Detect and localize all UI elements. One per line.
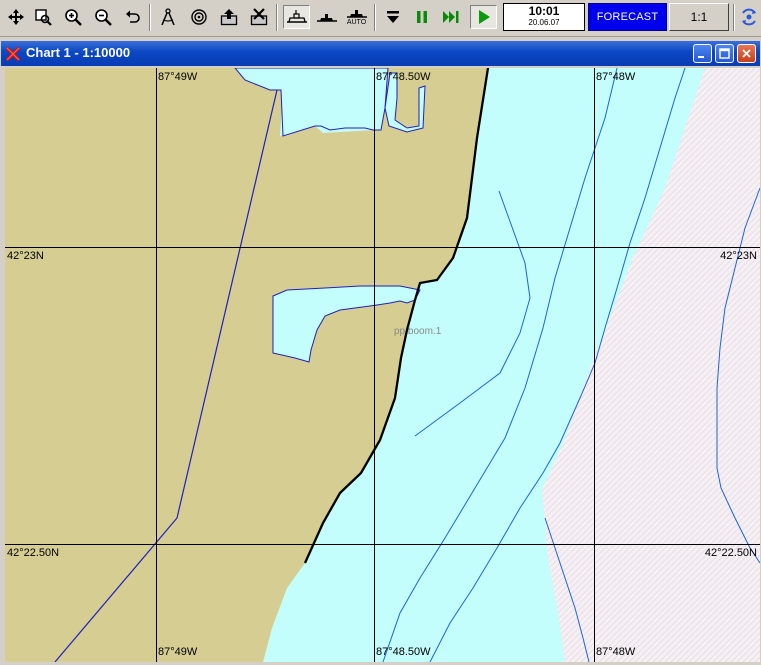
zoom-out-icon[interactable] bbox=[91, 5, 115, 29]
window-titlebar[interactable]: Chart 1 - 1:10000 bbox=[1, 41, 760, 66]
longitude-label-bottom: 87°49W bbox=[158, 646, 198, 658]
longitude-label-bottom: 87°48.50W bbox=[376, 646, 431, 658]
deep-water-area bbox=[542, 68, 760, 662]
fast-forward-icon[interactable] bbox=[440, 5, 464, 29]
scale-button[interactable]: 1:1 bbox=[669, 3, 729, 31]
compass-icon[interactable] bbox=[156, 5, 180, 29]
feature-label[interactable]: pp boom.1 bbox=[394, 326, 441, 337]
target-icon[interactable] bbox=[187, 5, 211, 29]
auto-label: AUTO bbox=[346, 18, 367, 26]
toolbar-separator bbox=[149, 4, 151, 31]
maximize-button[interactable] bbox=[715, 44, 734, 63]
pause-icon[interactable] bbox=[410, 5, 434, 29]
chart-canvas[interactable]: 87°49W 87°48.50W 87°48W 87°49W 87°48.50W… bbox=[5, 68, 760, 662]
longitude-label-top: 87°48W bbox=[596, 71, 636, 83]
longitude-label-top: 87°48.50W bbox=[376, 71, 431, 83]
toolbar-separator bbox=[733, 4, 735, 31]
forecast-button[interactable]: FORECAST bbox=[588, 3, 667, 31]
stop-icon[interactable] bbox=[381, 5, 405, 29]
toolbar: AUTO 10:01 20.06.07 FORECAST 1:1 bbox=[0, 0, 761, 37]
close-button[interactable] bbox=[737, 44, 756, 63]
longitude-label-bottom: 87°48W bbox=[596, 646, 636, 658]
latitude-label-right: 42°22.50N bbox=[704, 547, 757, 559]
settings-icon[interactable] bbox=[737, 5, 761, 29]
ship-icon[interactable] bbox=[283, 5, 310, 29]
latitude-label-left: 42°23N bbox=[7, 250, 44, 262]
toolbar-separator bbox=[276, 4, 278, 31]
zoom-window-icon[interactable] bbox=[31, 5, 55, 29]
zoom-in-icon[interactable] bbox=[61, 5, 85, 29]
toolbar-separator bbox=[374, 4, 376, 31]
chart-app-icon bbox=[5, 46, 21, 67]
clock-time: 10:01 bbox=[528, 4, 560, 18]
minimize-button[interactable] bbox=[693, 44, 712, 63]
clock-display: 10:01 20.06.07 bbox=[503, 3, 585, 31]
auto-ship-icon[interactable]: AUTO bbox=[343, 5, 370, 29]
longitude-label-top: 87°49W bbox=[158, 71, 198, 83]
latitude-label-right: 42°23N bbox=[720, 250, 757, 262]
clock-date: 20.06.07 bbox=[528, 18, 560, 27]
latitude-label-left: 42°22.50N bbox=[7, 547, 60, 559]
delete-icon[interactable] bbox=[247, 5, 271, 29]
chart-window: Chart 1 - 1:10000 87°49W 87°48.50W 87°48… bbox=[0, 40, 761, 665]
close-icon bbox=[742, 49, 751, 58]
window-title: Chart 1 - 1:10000 bbox=[26, 45, 131, 60]
play-icon[interactable] bbox=[470, 5, 497, 29]
pan-arrows-icon[interactable] bbox=[4, 5, 28, 29]
land-area bbox=[5, 68, 488, 662]
minimize-icon bbox=[698, 56, 704, 58]
undo-icon[interactable] bbox=[121, 5, 145, 29]
small-vessel-icon[interactable] bbox=[313, 5, 340, 29]
maximize-icon bbox=[719, 48, 730, 59]
export-icon[interactable] bbox=[217, 5, 241, 29]
